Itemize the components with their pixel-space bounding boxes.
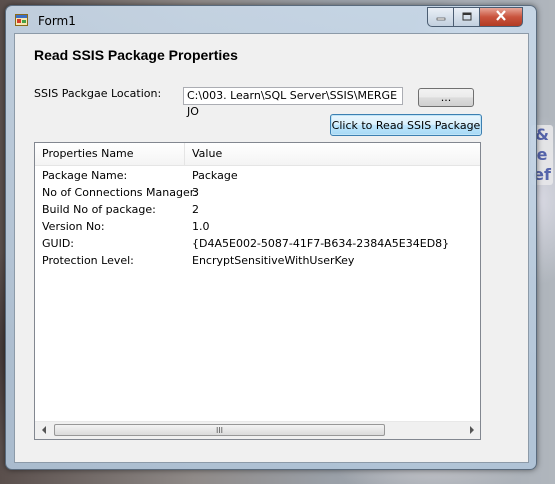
list-row[interactable]: Build No of package: 2 bbox=[35, 202, 480, 219]
page-title: Read SSIS Package Properties bbox=[34, 47, 238, 63]
row-property-name: Build No of package: bbox=[42, 203, 156, 216]
location-label: SSIS Packgae Location: bbox=[34, 87, 162, 100]
list-row[interactable]: Protection Level: EncryptSensitiveWithUs… bbox=[35, 253, 480, 270]
row-property-name: No of Connections Manager: bbox=[42, 186, 198, 199]
column-header-value[interactable]: Value bbox=[185, 143, 480, 165]
row-property-name: Protection Level: bbox=[42, 254, 134, 267]
close-icon bbox=[495, 10, 507, 24]
caption-buttons bbox=[427, 7, 523, 27]
title-bar[interactable]: Form1 bbox=[6, 6, 536, 32]
scroll-right-button[interactable] bbox=[463, 422, 480, 439]
list-header: Properties Name Value bbox=[35, 143, 480, 166]
row-property-value: 3 bbox=[192, 186, 199, 199]
list-row[interactable]: GUID: {D4A5E002-5087-41F7-B634-2384A5E34… bbox=[35, 236, 480, 253]
maximize-icon bbox=[462, 11, 472, 24]
horizontal-scrollbar[interactable]: III bbox=[35, 421, 480, 439]
row-property-value: {D4A5E002-5087-41F7-B634-2384A5E34ED8} bbox=[192, 237, 450, 250]
scrollbar-grip: III bbox=[215, 425, 224, 435]
maximize-button[interactable] bbox=[453, 7, 479, 27]
row-property-name: Version No: bbox=[42, 220, 105, 233]
browse-button[interactable]: ... bbox=[418, 88, 474, 107]
minimize-icon bbox=[436, 11, 446, 24]
arrow-left-icon bbox=[41, 424, 47, 437]
form-window: Form1 Read SSIS Package Properties SSIS … bbox=[5, 5, 537, 470]
properties-listview[interactable]: Properties Name Value Package Name: Pack… bbox=[34, 142, 481, 440]
location-input[interactable]: C:\003. Learn\SQL Server\SSIS\MERGE JO bbox=[183, 87, 403, 118]
close-button[interactable] bbox=[479, 7, 523, 27]
window-title: Form1 bbox=[38, 14, 76, 28]
scrollbar-thumb[interactable]: III bbox=[54, 424, 385, 436]
row-property-name: GUID: bbox=[42, 237, 74, 250]
row-property-name: Package Name: bbox=[42, 169, 128, 182]
list-row[interactable]: Package Name: Package bbox=[35, 168, 480, 185]
row-property-value: EncryptSensitiveWithUserKey bbox=[192, 254, 355, 267]
read-package-button[interactable]: Click to Read SSIS Package bbox=[330, 114, 482, 136]
row-property-value: Package bbox=[192, 169, 238, 182]
minimize-button[interactable] bbox=[427, 7, 453, 27]
row-property-value: 2 bbox=[192, 203, 199, 216]
form-app-icon[interactable] bbox=[15, 14, 28, 26]
list-row[interactable]: No of Connections Manager: 3 bbox=[35, 185, 480, 202]
column-header-properties-name[interactable]: Properties Name bbox=[35, 143, 185, 165]
form-client-area: Read SSIS Package Properties SSIS Packga… bbox=[14, 33, 529, 463]
scroll-left-button[interactable] bbox=[35, 422, 52, 439]
list-row[interactable]: Version No: 1.0 bbox=[35, 219, 480, 236]
arrow-right-icon bbox=[469, 424, 475, 437]
row-property-value: 1.0 bbox=[192, 220, 210, 233]
